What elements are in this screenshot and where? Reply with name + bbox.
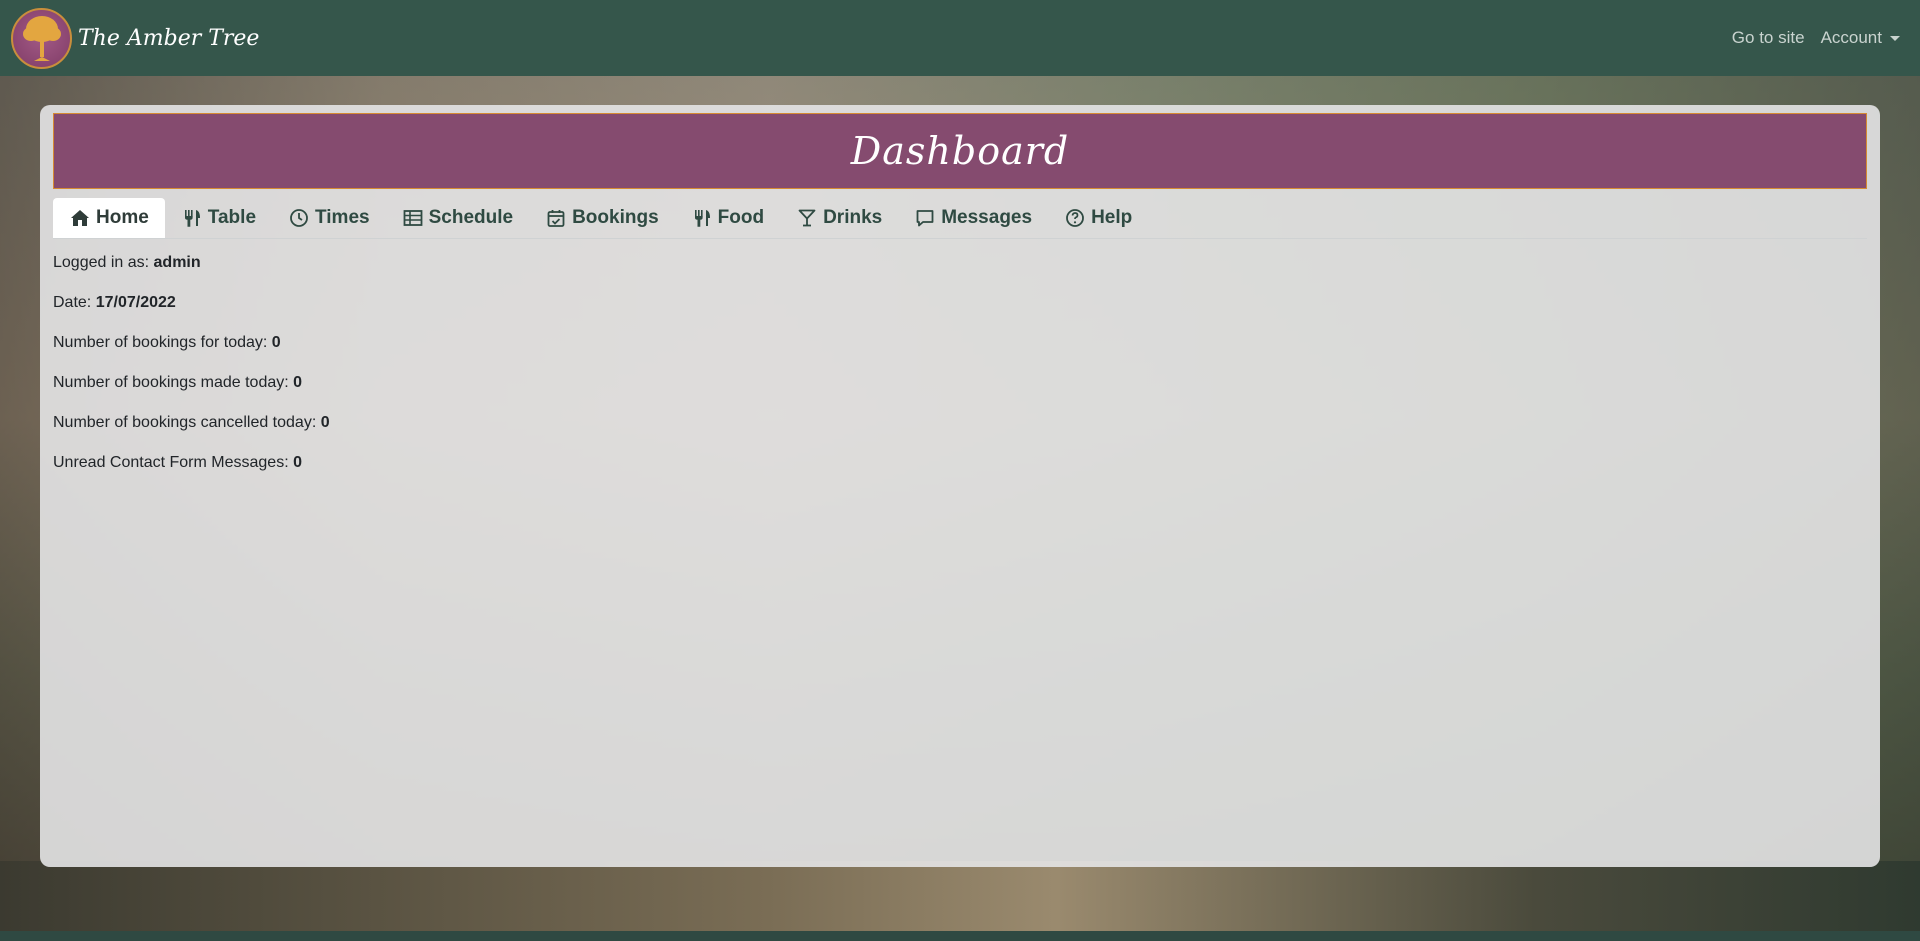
tab-label: Table	[207, 207, 257, 228]
tab-times[interactable]: Times	[272, 198, 386, 238]
logged-in-row: Logged in as: admin	[53, 251, 1867, 291]
footer-strip	[0, 931, 1920, 941]
bookings-made-row: Number of bookings made today: 0	[53, 371, 1867, 411]
account-label: Account	[1820, 28, 1882, 47]
bookings-today-row: Number of bookings for today: 0	[53, 331, 1867, 371]
caret-down-icon	[1890, 36, 1900, 42]
bookings-today-label: Number of bookings for today:	[53, 334, 268, 351]
dashboard-summary: Logged in as: admin Date: 17/07/2022 Num…	[53, 251, 1867, 491]
tab-label: Help	[1091, 207, 1133, 228]
tab-label: Schedule	[428, 207, 514, 228]
unread-messages-row: Unread Contact Form Messages: 0	[53, 451, 1867, 491]
table-icon	[402, 207, 424, 229]
go-to-site-link[interactable]: Go to site	[1732, 28, 1805, 48]
tab-schedule[interactable]: Schedule	[386, 198, 529, 238]
dashboard-tabs: Home Table Times Schedule Bookings Food …	[53, 198, 1867, 239]
tab-label: Home	[96, 207, 149, 228]
tab-home[interactable]: Home	[53, 198, 165, 238]
logged-in-value: admin	[153, 254, 201, 271]
top-navbar: The Amber Tree Go to site Account	[0, 0, 1920, 76]
date-row: Date: 17/07/2022	[53, 291, 1867, 331]
tab-bookings[interactable]: Bookings	[529, 198, 675, 238]
tab-label: Drinks	[823, 207, 883, 228]
bookings-cancelled-value: 0	[320, 414, 330, 431]
unread-messages-label: Unread Contact Form Messages:	[53, 454, 289, 471]
logged-in-label: Logged in as:	[53, 254, 150, 271]
bookings-today-value: 0	[271, 334, 281, 351]
unread-messages-value: 0	[293, 454, 303, 471]
bookings-made-value: 0	[293, 374, 303, 391]
date-label: Date:	[53, 294, 92, 311]
home-icon	[69, 207, 91, 229]
cocktail-icon	[796, 207, 818, 229]
bookings-cancelled-row: Number of bookings cancelled today: 0	[53, 411, 1867, 451]
tab-label: Food	[717, 207, 765, 228]
dashboard-banner: Dashboard	[53, 113, 1867, 189]
tab-table[interactable]: Table	[165, 198, 272, 238]
tab-messages[interactable]: Messages	[898, 198, 1048, 238]
clock-icon	[288, 207, 310, 229]
calendar-check-icon	[545, 207, 567, 229]
tab-label: Messages	[941, 207, 1033, 228]
tab-label: Bookings	[572, 207, 659, 228]
page-title: Dashboard	[850, 129, 1070, 173]
brand-name: The Amber Tree	[78, 25, 260, 51]
background-street	[0, 861, 1920, 931]
question-circle-icon	[1064, 207, 1086, 229]
brand[interactable]: The Amber Tree	[11, 7, 260, 69]
tab-help[interactable]: Help	[1048, 198, 1148, 238]
bookings-made-label: Number of bookings made today:	[53, 374, 289, 391]
bookings-cancelled-label: Number of bookings cancelled today:	[53, 414, 317, 431]
tab-drinks[interactable]: Drinks	[780, 198, 898, 238]
utensils-icon	[181, 207, 203, 229]
message-icon	[914, 207, 936, 229]
account-dropdown[interactable]: Account	[1821, 28, 1900, 48]
tab-label: Times	[315, 207, 370, 228]
dashboard-card: Dashboard Home Table Times Schedule Book…	[40, 105, 1880, 867]
utensils-icon	[691, 207, 713, 229]
tree-logo-icon	[11, 7, 72, 69]
date-value: 17/07/2022	[95, 294, 176, 311]
tab-food[interactable]: Food	[675, 198, 780, 238]
